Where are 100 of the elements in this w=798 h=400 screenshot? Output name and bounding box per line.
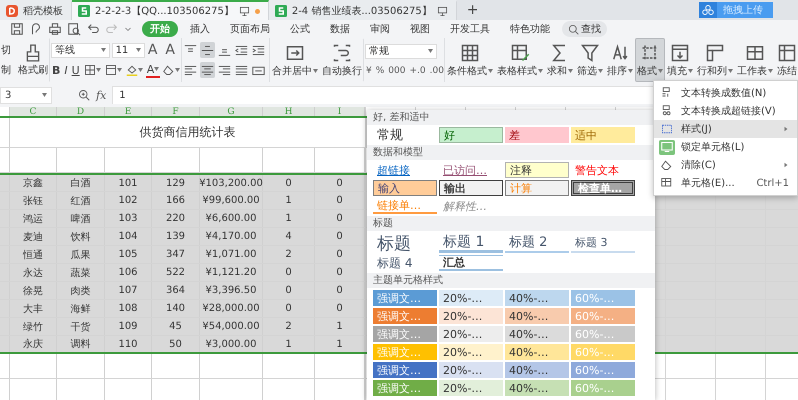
cell-style-option[interactable]: 注释 xyxy=(505,162,569,178)
number-format-button[interactable]: % xyxy=(374,66,386,76)
tool-button[interactable]: 填充 xyxy=(665,38,695,82)
cell-style-option[interactable]: 汇总 xyxy=(439,255,503,271)
cell-style-option[interactable]: 20%-… xyxy=(439,380,503,396)
menu-tab[interactable]: 插入 xyxy=(182,21,218,37)
table-cell: 166 xyxy=(152,192,200,209)
number-format-select[interactable]: 常规 xyxy=(365,44,437,59)
number-format-button[interactable]: ¥ xyxy=(365,66,373,76)
cell-style-option[interactable]: 适中 xyxy=(571,127,635,143)
cell-style-option[interactable]: 20%-… xyxy=(439,290,503,306)
border-button[interactable] xyxy=(82,62,102,78)
spreadsheet-icon xyxy=(274,5,287,17)
menu-item[interactable]: 清除(C) xyxy=(654,156,797,174)
table-cell: 1 xyxy=(263,192,315,209)
merge-center-button[interactable]: 合并居中 xyxy=(270,38,320,82)
tool-button[interactable]: 冻结 xyxy=(775,38,798,82)
cell-style-option[interactable]: 解释性… xyxy=(439,198,503,214)
cell-style-option[interactable]: 20%-… xyxy=(439,344,503,360)
cell-style-option[interactable]: 40%-… xyxy=(505,308,569,324)
tool-button[interactable]: 行和列 xyxy=(695,38,735,82)
cut-label[interactable]: 切 xyxy=(1,43,11,57)
freeze-icon xyxy=(777,42,797,62)
cell-style-option[interactable]: 标题 xyxy=(373,233,437,253)
cell-style-option[interactable]: 输出 xyxy=(439,180,503,196)
menu-tab[interactable]: 审阅 xyxy=(362,21,398,37)
tool-button[interactable]: 表格样式 xyxy=(495,38,545,82)
cell-style-option[interactable]: 输入 xyxy=(373,180,437,196)
menu-item[interactable]: 文本转换成数值(N) xyxy=(654,84,797,102)
cell-style-option[interactable]: 40%-… xyxy=(505,362,569,378)
align-button[interactable] xyxy=(200,62,215,78)
cell-style-option[interactable]: 差 xyxy=(505,127,569,143)
font-color-button[interactable]: A xyxy=(146,62,160,78)
font-select[interactable]: 等线 xyxy=(51,42,110,58)
print-icon[interactable] xyxy=(48,22,62,36)
number-format-button[interactable]: .00 xyxy=(428,66,445,76)
search-button[interactable]: 查找 xyxy=(562,21,607,37)
tool-button[interactable]: 排序 xyxy=(605,38,635,82)
cell-style-option[interactable]: 好 xyxy=(439,127,503,143)
table-cell: ¥4,170.00 xyxy=(200,228,263,245)
function-label[interactable]: fx xyxy=(96,88,106,102)
cell-style-option[interactable]: 常规 xyxy=(373,127,437,143)
cell-style-option[interactable]: 20%-… xyxy=(439,362,503,378)
tool-button[interactable]: 格式 xyxy=(635,38,665,82)
cell-style-option[interactable]: 标题 1 xyxy=(439,233,503,253)
menu-tab[interactable]: 视图 xyxy=(402,21,438,37)
cell-style-option[interactable]: 标题 4 xyxy=(373,255,437,271)
cell-style-option[interactable]: 标题 2 xyxy=(505,233,569,253)
new-tab-button[interactable]: + xyxy=(456,0,489,20)
cell-style-option[interactable]: 超链接 xyxy=(373,162,437,178)
cell-style-option[interactable]: 标题 3 xyxy=(571,233,635,253)
grow-font-button[interactable]: A xyxy=(146,42,162,58)
menu-item[interactable]: 文本转换成超链接(V) xyxy=(654,102,797,120)
cell-style-option[interactable]: 20%-… xyxy=(439,308,503,324)
cloud-icon xyxy=(702,4,714,16)
section-title: 标题 xyxy=(367,216,655,231)
bold-button[interactable]: B xyxy=(51,62,62,78)
menu-tab[interactable]: 页面布局 xyxy=(222,21,278,37)
menu-item[interactable]: 单元格(E)... Ctrl+1 xyxy=(654,174,797,192)
menu-item[interactable]: 锁定单元格(L) xyxy=(654,138,797,156)
cell-style-option[interactable]: 警告文本 xyxy=(571,162,635,178)
tool-button[interactable]: 工作表 xyxy=(735,38,775,82)
pattern-button[interactable] xyxy=(104,62,123,78)
tool-button[interactable]: 筛选 xyxy=(575,38,605,82)
cell-style-option[interactable]: 40%-… xyxy=(505,290,569,306)
table-cell: 海鲜 xyxy=(57,300,105,317)
undo-icon[interactable] xyxy=(86,22,100,36)
align-button[interactable] xyxy=(200,42,215,58)
copy-label[interactable]: 制 xyxy=(1,63,11,77)
document-tab[interactable]: 稻壳模板 xyxy=(0,0,72,20)
tool-button[interactable]: 求和 xyxy=(545,38,575,82)
number-format-button[interactable]: 000 xyxy=(387,66,406,76)
menu-tab[interactable]: 开发工具 xyxy=(442,21,498,37)
font-size-select[interactable]: 11 xyxy=(112,42,145,58)
italic-button[interactable]: I xyxy=(63,62,69,78)
zoom-icon[interactable] xyxy=(78,89,90,101)
cell-style-option[interactable]: 20%-… xyxy=(439,326,503,342)
cell-style-option[interactable]: 已访问… xyxy=(439,162,503,178)
save-icon[interactable] xyxy=(10,22,24,36)
cell-style-option[interactable]: 40%-… xyxy=(505,344,569,360)
customize-icon[interactable] xyxy=(124,25,132,33)
align-middle-icon xyxy=(201,44,214,56)
cell-style-option[interactable]: 强调文… xyxy=(373,362,437,378)
name-box[interactable]: 3 xyxy=(0,86,52,104)
tool-button[interactable]: 条件格式 xyxy=(445,38,495,82)
document-tab[interactable]: 2-4 销售业绩表...03506275】 xyxy=(268,0,457,20)
cell-style-option[interactable]: 40%-… xyxy=(505,380,569,396)
fill-down-icon xyxy=(670,42,690,62)
table-cell: 0 xyxy=(315,300,365,317)
number-format-button[interactable]: +.0 xyxy=(408,66,427,76)
menu-tab[interactable]: 特色功能 xyxy=(502,21,558,37)
shrink-font-button[interactable]: A xyxy=(164,42,180,58)
menu-item[interactable]: 样式(J) xyxy=(654,120,797,138)
caret-icon xyxy=(42,93,47,97)
menu-tab[interactable]: 数据 xyxy=(322,21,358,37)
cell-style-option[interactable]: 40%-… xyxy=(505,326,569,342)
preview-icon[interactable] xyxy=(67,22,81,36)
document-tab[interactable]: 2-2-2-3【QQ...103506275】 xyxy=(72,0,269,20)
underline-button[interactable]: U xyxy=(70,62,81,78)
menu-tab[interactable]: 公式 xyxy=(282,21,318,37)
